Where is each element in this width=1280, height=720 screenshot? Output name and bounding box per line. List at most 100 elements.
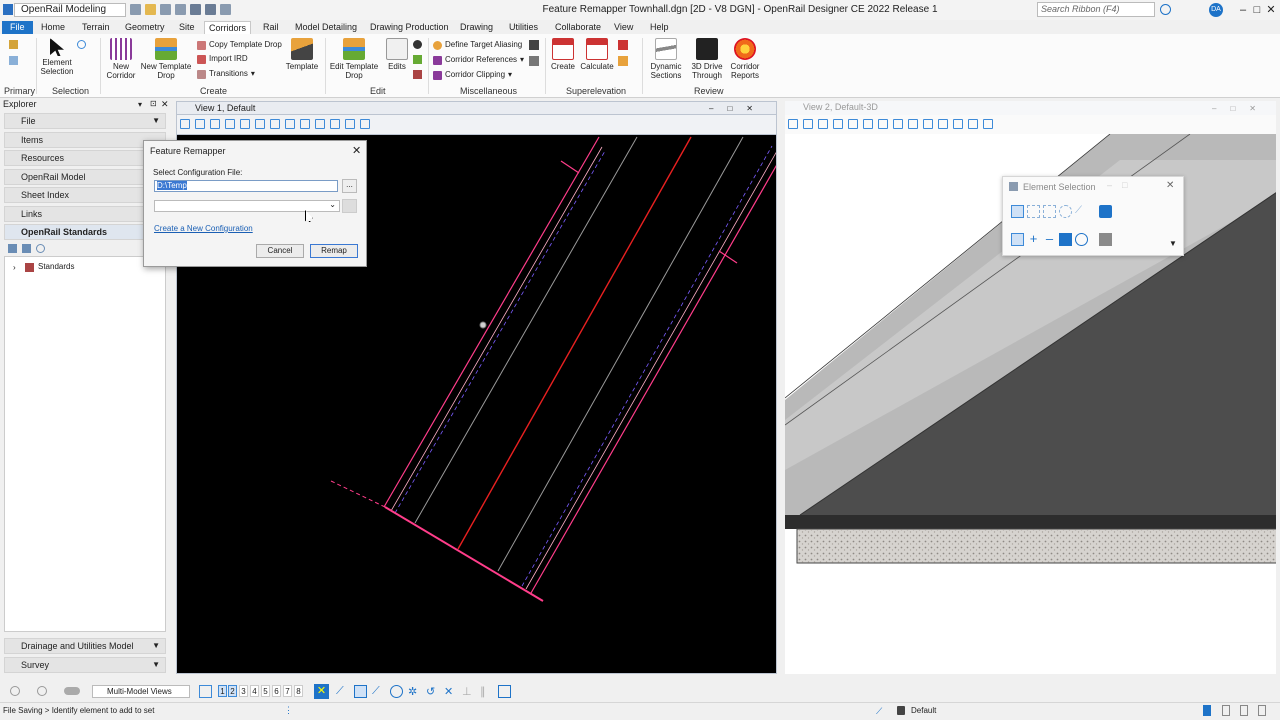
explorer-item-items[interactable]: Items [4,132,166,148]
view-windows-icon[interactable] [199,685,212,698]
explorer-item-resources[interactable]: Resources [4,150,166,166]
render-icon[interactable] [818,119,828,129]
mode-new-icon[interactable] [1011,233,1024,246]
superelevation-tool-icon[interactable] [618,56,628,66]
define-target-aliasing-button[interactable]: Define Target Aliasing [433,40,522,50]
redo-icon[interactable] [205,4,216,15]
explorer-item-file[interactable]: File ▼ [4,113,166,129]
snap-origin-icon[interactable]: ✲ [408,685,421,698]
transitions-button[interactable]: Transitions ▾ [197,69,255,79]
rotate-view-icon[interactable] [893,119,903,129]
view-toggle-3[interactable]: 3 [239,685,248,697]
pin-icon[interactable]: ▾ [138,100,142,109]
copy-template-drop-button[interactable]: Copy Template Drop [197,40,282,50]
pan-view-icon[interactable] [300,119,310,129]
user-avatar[interactable]: DA [1209,3,1223,17]
tab-terrain[interactable]: Terrain [78,21,114,34]
new-file-icon[interactable] [130,4,141,15]
status-indicator-icon[interactable] [1240,705,1248,716]
tab-geometry[interactable]: Geometry [121,21,169,34]
snap-keypoint-icon[interactable]: ⟋ [336,685,349,698]
zoom-in-icon[interactable] [833,119,843,129]
zoom-in-icon[interactable] [225,119,235,129]
corridor-reports-button[interactable]: Corridor Reports [726,38,764,80]
mode-clear-icon[interactable] [1075,233,1088,246]
edit-tool-icon[interactable] [413,70,422,79]
tab-drawing[interactable]: Drawing [456,21,497,34]
explorer-item-sheet-index[interactable]: Sheet Index [4,187,166,203]
window-area-icon[interactable] [863,119,873,129]
template-button[interactable]: Template [284,38,320,71]
primary-tool-icon[interactable] [9,56,18,65]
superelevation-tool-icon[interactable] [618,40,628,50]
view-attributes-icon[interactable] [788,119,798,129]
refresh-icon[interactable] [8,244,17,253]
cancel-button[interactable]: Cancel [256,244,304,258]
select-block-icon[interactable] [1027,205,1040,218]
view-toggle-1[interactable]: 1 [218,685,227,697]
view-toggle-6[interactable]: 6 [272,685,281,697]
config-file-input[interactable]: D:\Temp [154,180,338,192]
pen-icon[interactable]: ⟋ [876,706,886,716]
clip-volume-icon[interactable] [345,119,355,129]
section-icon[interactable] [968,119,978,129]
snap-parallel-icon[interactable]: ∥ [480,685,493,698]
clear-selection-icon[interactable] [1099,205,1112,218]
view1-window-controls[interactable]: –□✕ [709,104,767,113]
explorer-item-openrail-standards[interactable]: OpenRail Standards [4,224,166,240]
new-corridor-button[interactable]: New Corridor [104,38,138,80]
view-toggle-4[interactable]: 4 [250,685,259,697]
dynamic-sections-button[interactable]: Dynamic Sections [646,38,686,80]
display-set-icon[interactable] [983,119,993,129]
edits-button[interactable]: Edits [384,38,410,71]
view2-window-controls[interactable]: –□✕ [1212,104,1270,113]
model-icon[interactable] [64,687,80,695]
view-toggle-7[interactable]: 7 [283,685,292,697]
snap-midpoint-icon[interactable]: ⟋ [372,685,385,698]
tab-corridors[interactable]: Corridors [204,21,252,34]
corridor-references-button[interactable]: Corridor References ▾ [433,55,524,65]
render-icon[interactable] [210,119,220,129]
tab-home[interactable]: Home [37,21,69,34]
workspace-select[interactable]: OpenRail Modeling [14,3,126,17]
tab-rail[interactable]: Rail [259,21,283,34]
select-all-icon[interactable] [1099,233,1112,246]
status-indicator-icon[interactable] [1258,705,1266,716]
element-selection-window-controls[interactable]: –□ [1107,180,1137,190]
element-selection-button[interactable]: Element Selection [40,38,74,76]
calculate-button[interactable]: Calculate [580,38,614,71]
new-template-drop-button[interactable]: New Template Drop [139,38,193,80]
walk-icon[interactable] [923,119,933,129]
edit-configuration-button[interactable] [342,199,357,213]
search-icon[interactable] [36,244,45,253]
close-icon[interactable]: ✕ [352,144,361,157]
edit-tool-icon[interactable] [413,55,422,64]
remap-button[interactable]: Remap [310,244,358,258]
select-line-icon[interactable]: ⟋ [1075,205,1088,218]
display-style-icon[interactable] [803,119,813,129]
tab-collaborate[interactable]: Collaborate [551,21,605,34]
tab-site[interactable]: Site [175,21,199,34]
clip-volume-icon[interactable] [953,119,963,129]
mode-add-icon[interactable]: + [1027,232,1040,246]
rotate-view-icon[interactable] [285,119,295,129]
print-icon[interactable] [220,4,231,15]
select-option-icon[interactable] [77,40,86,49]
section-icon[interactable] [360,119,370,129]
view-group-icon[interactable] [37,686,47,696]
window-area-icon[interactable] [255,119,265,129]
view-toggle-8[interactable]: 8 [294,685,303,697]
fit-view-icon[interactable] [270,119,280,129]
camera-icon[interactable] [938,119,948,129]
expand-icon[interactable]: › [13,263,16,272]
pan-view-icon[interactable] [908,119,918,129]
select-shape-icon[interactable] [1043,205,1056,218]
help-circle-icon[interactable] [1160,4,1171,15]
mode-invert-icon[interactable] [1059,233,1072,246]
snap-center-icon[interactable] [390,685,403,698]
tab-utilities[interactable]: Utilities [505,21,542,34]
view-toggle-5[interactable]: 5 [261,685,270,697]
close-window-button[interactable]: ✕ [1262,3,1280,17]
library-icon[interactable] [22,244,31,253]
float-icon[interactable]: ⊡ [150,99,157,108]
